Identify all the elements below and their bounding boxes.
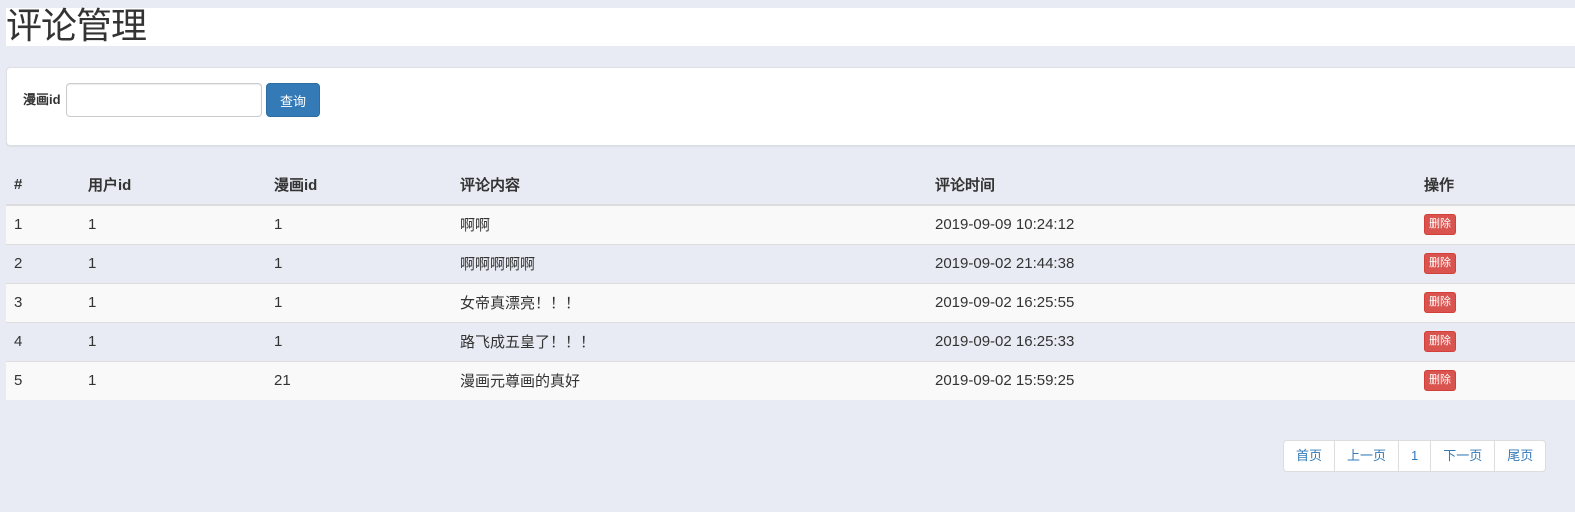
delete-button[interactable]: 删除 <box>1424 214 1456 236</box>
cell-comic-id: 21 <box>266 360 452 400</box>
cell-index: 5 <box>6 360 80 400</box>
table-row: 4 1 1 路飞成五皇了！！！ 2019-09-02 16:25:33 删除 <box>6 321 1575 361</box>
delete-button[interactable]: 删除 <box>1424 370 1456 392</box>
cell-content: 啊啊 <box>460 217 491 235</box>
cell-time: 2019-09-09 10:24:12 <box>935 216 1075 234</box>
cell-user-id: 1 <box>80 360 266 400</box>
cell-index: 3 <box>6 282 80 322</box>
previous-page-link[interactable]: 上一页 <box>1334 440 1400 472</box>
table-header: # 用户id 漫画id 评论内容 评论时间 操作 <box>6 165 1575 206</box>
cell-action: 删除 <box>1416 243 1575 283</box>
cell-index: 2 <box>6 243 80 283</box>
cell-comic-id: 1 <box>266 321 452 361</box>
current-page-link[interactable]: 1 <box>1398 440 1432 472</box>
cell-action: 删除 <box>1416 205 1575 244</box>
cell-content: 漫画元尊画的真好 <box>452 360 927 400</box>
cell-time: 2019-09-02 21:44:38 <box>927 243 1416 283</box>
column-header-action: 操作 <box>1416 165 1575 206</box>
table-row: 3 1 1 女帝真漂亮！！！ 2019-09-02 16:25:55 删除 <box>6 282 1575 322</box>
table-row: 2 1 1 啊啊啊啊啊 2019-09-02 21:44:38 删除 <box>6 243 1575 283</box>
query-button[interactable]: 查询 <box>266 83 320 117</box>
delete-button[interactable]: 删除 <box>1424 292 1456 313</box>
cell-time: 2019-09-02 15:59:25 <box>927 360 1416 400</box>
table-row: 1 1 1 啊啊 2019-09-09 10:24:12 删除 <box>6 205 1575 244</box>
table-body: 1 1 1 啊啊 2019-09-09 10:24:12 删除 2 1 1 啊啊… <box>6 205 1575 400</box>
column-header-comic-id: 漫画id <box>266 165 452 206</box>
cell-content: 啊啊啊啊啊 <box>452 243 927 283</box>
column-header-index: # <box>6 165 80 206</box>
comic-id-input[interactable] <box>66 83 262 117</box>
cell-time: 2019-09-02 16:25:33 <box>927 321 1416 361</box>
table-row: 5 1 21 漫画元尊画的真好 2019-09-02 15:59:25 删除 <box>6 360 1575 400</box>
search-panel: 漫画id 查询 <box>6 67 1575 146</box>
cell-comic-id: 1 <box>266 282 452 322</box>
column-header-time: 评论时间 <box>927 165 1416 206</box>
next-page-link[interactable]: 下一页 <box>1430 440 1496 472</box>
cell-user-id: 1 <box>80 243 266 283</box>
delete-button[interactable]: 删除 <box>1424 253 1456 274</box>
last-page-link[interactable]: 尾页 <box>1494 440 1547 472</box>
delete-button[interactable]: 删除 <box>1424 331 1456 352</box>
cell-time: 2019-09-02 16:25:55 <box>927 282 1416 322</box>
cell-user-id: 1 <box>88 216 97 234</box>
cell-action: 删除 <box>1416 282 1575 322</box>
comic-id-label: 漫画id <box>23 92 61 107</box>
cell-index: 4 <box>6 321 80 361</box>
column-header-content: 评论内容 <box>452 165 927 206</box>
column-header-user-id: 用户id <box>80 165 266 206</box>
cell-comic-id: 1 <box>274 216 283 234</box>
cell-comic-id: 1 <box>266 243 452 283</box>
cell-action: 删除 <box>1416 360 1575 400</box>
cell-index: 1 <box>14 216 23 234</box>
pagination: 首页 上一页 1 下一页 尾页 <box>1283 440 1547 472</box>
cell-user-id: 1 <box>80 321 266 361</box>
cell-action: 删除 <box>1416 321 1575 361</box>
comments-table: # 用户id 漫画id 评论内容 评论时间 操作 1 1 1 啊啊 2019-0… <box>6 165 1575 400</box>
header-row: # 用户id 漫画id 评论内容 评论时间 操作 <box>6 165 1575 206</box>
page-header: 评论管理 <box>6 8 1575 46</box>
cell-user-id: 1 <box>80 282 266 322</box>
page-title: 评论管理 <box>6 6 147 47</box>
cell-content: 女帝真漂亮！！！ <box>452 282 927 322</box>
cell-content: 路飞成五皇了！！！ <box>452 321 927 361</box>
first-page-link[interactable]: 首页 <box>1283 440 1336 472</box>
